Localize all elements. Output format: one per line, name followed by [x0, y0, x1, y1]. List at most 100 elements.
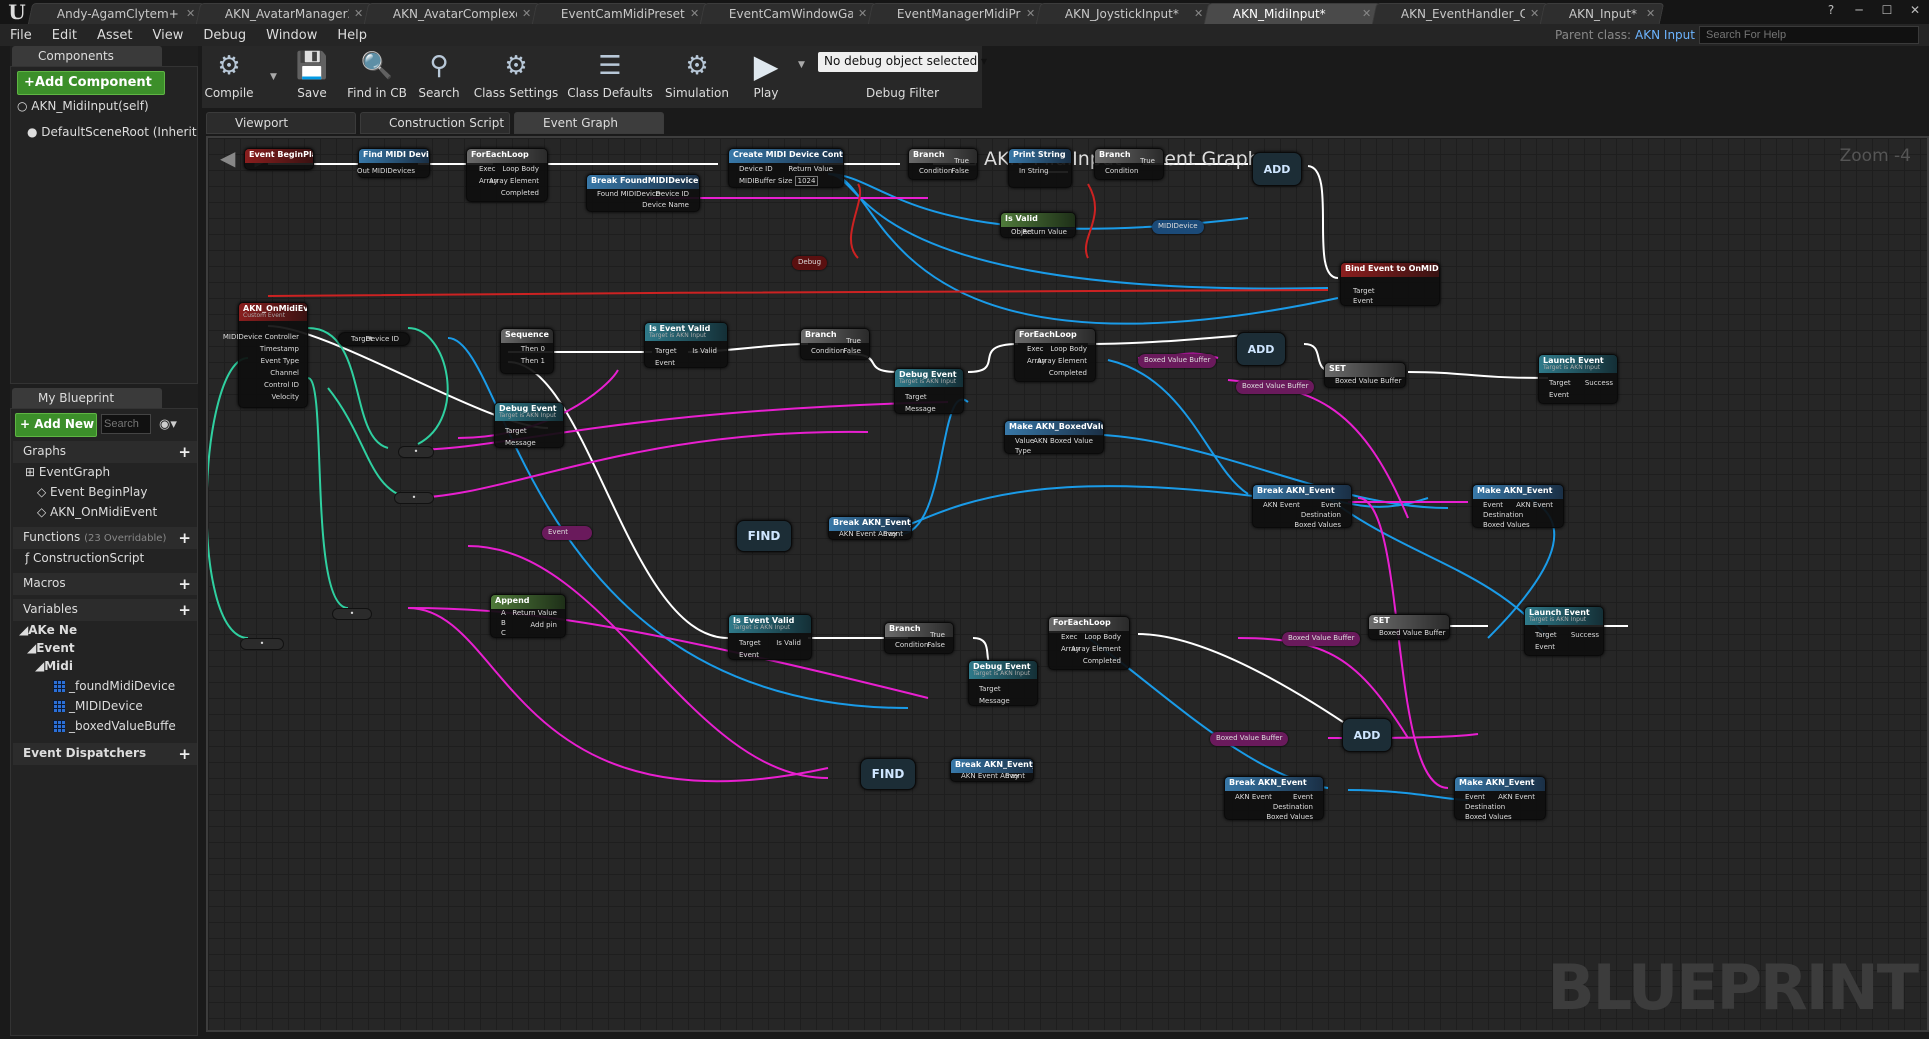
add-variable-icon[interactable]: + — [178, 601, 191, 619]
node-branch[interactable]: Branch Condition True False — [908, 148, 978, 180]
var-category[interactable]: ◢Midi — [35, 659, 73, 677]
my-blueprint-tab[interactable]: My Blueprint — [12, 388, 162, 408]
save-button[interactable]: 💾 Save — [292, 48, 332, 106]
graphs-section[interactable]: Graphs + — [13, 441, 197, 463]
variable-item[interactable]: _boxedValueBuffe — [53, 719, 193, 737]
back-arrow-icon[interactable]: ◀ — [220, 146, 235, 170]
node-append[interactable]: Append A B C Return Value Add pin — [490, 594, 566, 638]
node-debug-event[interactable]: Debug Event Target is AKN Input Target Mess… — [894, 368, 964, 414]
tab-viewport[interactable]: Viewport — [206, 112, 356, 134]
macros-section[interactable]: Macros + — [13, 573, 197, 595]
node-is-valid[interactable]: Is Valid Object Return Value — [1000, 212, 1076, 238]
add-new-button[interactable]: + Add New — [15, 413, 97, 437]
node-is-event-valid[interactable]: Is Event Valid Target is AKN Input Target E… — [644, 322, 728, 368]
event-begin-play-item[interactable]: ◇ Event BeginPlay — [37, 485, 147, 503]
node-find-array[interactable]: FIND — [736, 520, 792, 552]
class-settings-button[interactable]: ⚙ Class Settings — [474, 48, 559, 106]
node-add-array-3[interactable]: ADD — [1342, 718, 1392, 752]
node-print-string[interactable]: Print String In String — [1008, 148, 1072, 188]
component-self[interactable]: ○ AKN_MidiInput(self) — [17, 99, 197, 117]
add-component-button[interactable]: +Add Component — [17, 71, 165, 95]
help-icon[interactable]: ? — [1817, 0, 1845, 20]
debug-object-select[interactable]: No debug object selected ▾ — [818, 52, 987, 72]
compile-button[interactable]: ⚙ Compile — [204, 48, 254, 106]
node-branch-2[interactable]: Branch Condition True — [1094, 148, 1164, 180]
node-get-device-id[interactable]: Target Device ID — [338, 332, 410, 346]
node-launch-event-2[interactable]: Launch Event Target is AKN Input Target Eve… — [1524, 606, 1604, 656]
node-is-event-valid-2[interactable]: Is Event Valid Target is AKN Input Target E… — [728, 614, 812, 660]
var-boxed-buffer[interactable]: Boxed Value Buffer — [1210, 732, 1289, 746]
close-icon[interactable]: ✕ — [858, 7, 867, 20]
node-bind-event[interactable]: Bind Event to OnMIDIEventTargetEvent — [1340, 262, 1440, 306]
simulation-button[interactable]: ⚙ Simulation — [664, 48, 730, 106]
doc-tab[interactable]: AKN_AvatarManager2 ✕ — [195, 3, 373, 24]
doc-tab[interactable]: AKN_Input* ✕ — [1539, 3, 1665, 24]
add-dispatcher-icon[interactable]: + — [178, 745, 191, 763]
add-graph-icon[interactable]: + — [178, 443, 191, 461]
node-event-begin-play[interactable]: Event BeginPlay — [244, 148, 314, 170]
node-set-buffer[interactable]: SET Boxed Value Buffer — [1324, 362, 1406, 388]
reroute-node[interactable]: • — [394, 492, 434, 504]
node-add-array[interactable]: ADD — [1252, 152, 1302, 186]
node-break-akn-event-array[interactable]: Break AKN_Event_ArrayAKN Event ArrayEven… — [828, 516, 912, 540]
class-defaults-button[interactable]: ☰ Class Defaults — [567, 48, 652, 106]
menu-debug[interactable]: Debug — [193, 28, 256, 43]
components-tab[interactable]: Components — [12, 46, 162, 66]
node-break-akn-event-array-2[interactable]: Break AKN_Event_ArrayAKN Event ArrayEven… — [950, 758, 1034, 782]
node-debug-event-3[interactable]: Debug Event Target is AKN Input Target Mess… — [968, 660, 1038, 706]
akn-on-midi-event-item[interactable]: ◇ AKN_OnMidiEvent — [37, 505, 157, 523]
node-foreach-loop-2[interactable]: ForEachLoop Exec Array Loop Body Array Eleme… — [1014, 328, 1096, 382]
menu-view[interactable]: View — [143, 28, 194, 43]
parent-class-link[interactable]: AKN Input — [1635, 28, 1695, 42]
compile-options-icon[interactable]: ▼ — [270, 72, 277, 82]
play-button[interactable]: ▶ Play — [744, 47, 788, 106]
reroute-node[interactable]: • — [240, 638, 284, 650]
find-in-cb-button[interactable]: 🔍 Find in CB — [346, 48, 408, 106]
node-make-akn-event[interactable]: Make AKN_Event Event Destination Boxed Valu… — [1472, 484, 1564, 529]
node-make-boxed-value[interactable]: Make AKN_BoxedValue Value Type AKN Boxed Va… — [1004, 420, 1104, 455]
node-branch-4[interactable]: Branch Condition True False — [884, 622, 954, 654]
node-break-akn-event[interactable]: Break AKN_Event AKN Event Event Destination… — [1252, 484, 1352, 529]
variables-section[interactable]: Variables + — [13, 599, 197, 621]
node-make-akn-event-2[interactable]: Make AKN_Event Event Destination Boxed Valu… — [1454, 776, 1546, 821]
tab-event-graph[interactable]: Event Graph — [514, 112, 664, 134]
node-create-midi-controller[interactable]: Create MIDI Device ControllerDevice IDMI… — [728, 148, 844, 188]
variable-item[interactable]: _foundMidiDevice — [53, 679, 193, 697]
menu-edit[interactable]: Edit — [42, 28, 87, 43]
search-button[interactable]: ⚲ Search — [416, 48, 462, 106]
construction-script-item[interactable]: ƒ ConstructionScript — [25, 551, 144, 569]
close-icon[interactable]: ✕ — [186, 7, 195, 20]
variable-item[interactable]: _MIDIDevice — [53, 699, 193, 717]
var-midi-device[interactable]: MIDIDevice — [1152, 220, 1204, 234]
node-find-midi-devices[interactable]: Find MIDI DevicesOut MIDIDevices — [357, 148, 430, 178]
minimize-icon[interactable]: ─ — [1845, 0, 1873, 20]
close-icon[interactable]: ✕ — [1362, 7, 1371, 20]
var-debug[interactable]: Debug — [792, 256, 828, 270]
node-akn-on-midi-event[interactable]: AKN_OnMidiEventCustom Event MIDIDevice C… — [223, 302, 308, 408]
component-scene-root[interactable]: ● DefaultSceneRoot (Inherited) — [27, 125, 197, 143]
event-dispatchers-section[interactable]: Event Dispatchers + — [13, 743, 197, 765]
event-graph-canvas[interactable]: ◀ ▶ ⊞ AKN_MidiInput›Event Graph Zoom -4 … — [206, 136, 1929, 1032]
node-find-array-2[interactable]: FIND — [860, 758, 916, 790]
node-foreach-loop-3[interactable]: ForEachLoop Exec Array Loop Body Array Eleme… — [1048, 616, 1130, 670]
menu-window[interactable]: Window — [256, 28, 327, 43]
var-event[interactable]: Event — [542, 526, 592, 540]
close-window-icon[interactable]: ✕ — [1901, 0, 1929, 20]
doc-tab[interactable]: AKN_EventHandler_Cm ✕ — [1371, 3, 1549, 24]
node-break-akn-event-2[interactable]: Break AKN_Event AKN Event Event Destination… — [1224, 776, 1324, 821]
node-set-buffer-2[interactable]: SET Boxed Value Buffer — [1368, 614, 1450, 640]
tab-construction-script[interactable]: Construction Script — [360, 112, 510, 134]
node-sequence[interactable]: Sequence Then 0 Then 1 — [500, 328, 554, 374]
add-function-icon[interactable]: + — [178, 529, 191, 547]
var-category[interactable]: ◢Event — [27, 641, 75, 659]
doc-tab-active[interactable]: AKN_MidiInput* ✕ — [1203, 3, 1381, 24]
var-boxed-buffer[interactable]: Boxed Value Buffer — [1236, 380, 1315, 394]
doc-tab[interactable]: EventManagerMidiPres ✕ — [867, 3, 1045, 24]
doc-tab[interactable]: AKN_AvatarComplexe_ ✕ — [363, 3, 541, 24]
event-graph-item[interactable]: ⊞ EventGraph — [25, 465, 110, 483]
var-boxed-buffer[interactable]: Boxed Value Buffer — [1138, 354, 1217, 368]
node-branch-3[interactable]: Branch Condition True False — [800, 328, 870, 360]
close-icon[interactable]: ✕ — [1026, 7, 1035, 20]
node-break-found-midi[interactable]: Break FoundMIDIDevice Found MIDIDevice Dev… — [586, 174, 700, 212]
doc-tab[interactable]: AKN_JoystickInput* ✕ — [1035, 3, 1213, 24]
